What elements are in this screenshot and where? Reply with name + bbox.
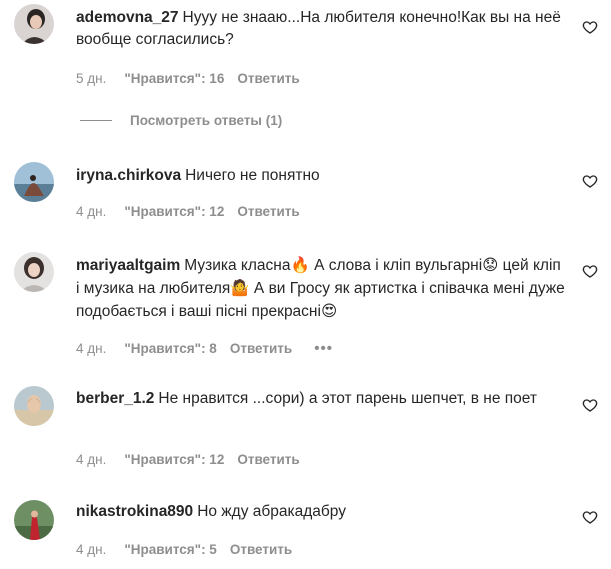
reply-button[interactable]: Ответить [230, 542, 292, 557]
comment-likes[interactable]: "Нравится": 5 [124, 542, 216, 557]
comment-username[interactable]: berber_1.2 [76, 390, 154, 407]
comment-time[interactable]: 4 дн. [76, 452, 106, 467]
comment-username[interactable]: mariyaaltgaim [76, 257, 180, 274]
comment-body-part: А слова і кліп вульгарні [309, 257, 483, 274]
reply-button[interactable]: Ответить [230, 341, 292, 356]
divider [80, 120, 112, 121]
comment-time[interactable]: 4 дн. [76, 542, 106, 557]
user-avatar-icon [14, 386, 54, 426]
more-options-icon[interactable]: ••• [314, 340, 333, 357]
avatar[interactable] [14, 500, 54, 540]
comment-meta: 4 дн. "Нравится": 12 Ответить [76, 204, 300, 219]
like-heart-icon[interactable] [582, 19, 598, 35]
reply-button[interactable]: Ответить [237, 204, 299, 219]
user-avatar-icon [14, 252, 54, 292]
comment-text: nikastrokina890 Но жду абракадабру [76, 501, 568, 523]
comment-time[interactable]: 4 дн. [76, 204, 106, 219]
comment-body: Музика класна [184, 257, 291, 274]
view-replies-label: Посмотреть ответы (1) [130, 113, 283, 128]
comment-meta: 4 дн. "Нравится": 5 Ответить [76, 542, 292, 557]
comment-meta: 4 дн. "Нравится": 8 Ответить ••• [76, 340, 333, 357]
comment-body: Но жду абракадабру [197, 503, 346, 520]
comment-text: iryna.chirkova Ничего не понятно [76, 165, 568, 187]
comment-username[interactable]: iryna.chirkova [76, 167, 181, 184]
like-heart-icon[interactable] [582, 263, 598, 279]
fire-emoji-icon: 🔥 [290, 256, 310, 274]
user-avatar-icon [14, 4, 54, 44]
view-replies-button[interactable]: Посмотреть ответы (1) [80, 113, 282, 128]
heart-eyes-emoji-icon: 😍 [320, 302, 338, 320]
user-avatar-icon [14, 500, 54, 540]
comment-body: Ничего не понятно [185, 167, 320, 184]
comment-text: ademovna_27 Нууу не знааю...На любителя к… [76, 7, 568, 51]
comment-username[interactable]: ademovna_27 [76, 9, 179, 26]
avatar[interactable] [14, 252, 54, 292]
comment-likes[interactable]: "Нравится": 12 [124, 204, 224, 219]
comment-likes[interactable]: "Нравится": 12 [124, 452, 224, 467]
reply-button[interactable]: Ответить [237, 452, 299, 467]
avatar[interactable] [14, 162, 54, 202]
comment-body: Не нравится ...сори) а этот парень шепче… [158, 390, 537, 407]
comment-username[interactable]: nikastrokina890 [76, 503, 193, 520]
comment-text: berber_1.2 Не нравится ...сори) а этот па… [76, 388, 568, 410]
comment-meta: 4 дн. "Нравится": 12 Ответить [76, 452, 300, 467]
shrug-emoji-icon: 🤷 [230, 279, 250, 297]
like-heart-icon[interactable] [582, 397, 598, 413]
user-avatar-icon [14, 162, 54, 202]
avatar[interactable] [14, 4, 54, 44]
worried-face-emoji-icon: 😟 [482, 256, 499, 274]
avatar[interactable] [14, 386, 54, 426]
reply-button[interactable]: Ответить [237, 71, 299, 86]
comment-time[interactable]: 5 дн. [76, 71, 106, 86]
comment-likes[interactable]: "Нравится": 8 [124, 341, 216, 356]
comment-meta: 5 дн. "Нравится": 16 Ответить [76, 71, 300, 86]
comment-time[interactable]: 4 дн. [76, 341, 106, 356]
like-heart-icon[interactable] [582, 173, 598, 189]
like-heart-icon[interactable] [582, 509, 598, 525]
comment-text: mariyaaltgaim Музика класна🔥 А слова і кл… [76, 254, 568, 323]
comment-likes[interactable]: "Нравится": 16 [124, 71, 224, 86]
